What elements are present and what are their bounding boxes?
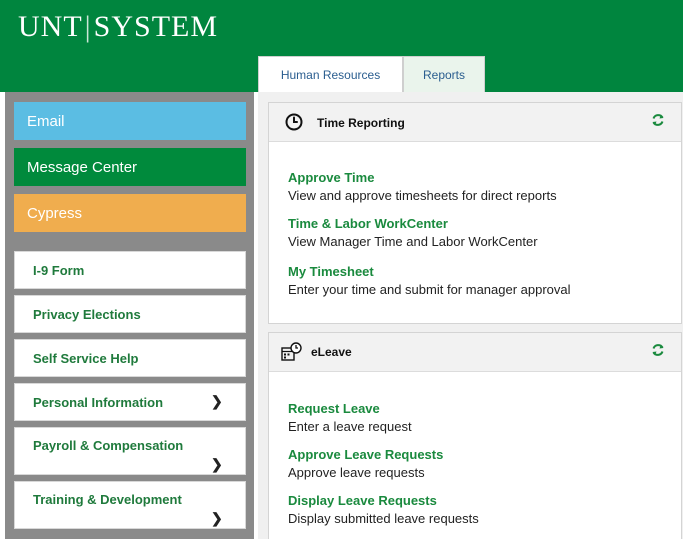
logo-system: SYSTEM bbox=[93, 10, 219, 43]
sidebar-item-label: Personal Information bbox=[33, 395, 164, 410]
sidebar-item-personal-information[interactable]: Personal Information ❯ bbox=[14, 383, 246, 421]
sidebar-item-label: Training & Development bbox=[33, 492, 182, 507]
time-reporting-card: Time Reporting Approve Time View and app… bbox=[268, 102, 682, 324]
time-labor-workcenter-link[interactable]: Time & Labor WorkCenter bbox=[288, 216, 448, 231]
chevron-right-icon: ❯ bbox=[211, 456, 223, 472]
card-title: eLeave bbox=[311, 345, 352, 359]
display-leave-requests-description: Display submitted leave requests bbox=[288, 511, 479, 526]
logo-unt: UNT bbox=[18, 10, 83, 43]
logo-separator: | bbox=[84, 10, 92, 43]
approve-time-link[interactable]: Approve Time bbox=[288, 170, 374, 185]
request-leave-link[interactable]: Request Leave bbox=[288, 401, 380, 416]
sidebar-item-email[interactable]: Email bbox=[14, 102, 246, 140]
sidebar-item-privacy-elections[interactable]: Privacy Elections bbox=[14, 295, 246, 333]
sidebar-item-label: Payroll & Compensation bbox=[33, 438, 184, 453]
card-header: eLeave bbox=[269, 333, 681, 372]
card-title: Time Reporting bbox=[317, 116, 405, 130]
chevron-right-icon: ❯ bbox=[211, 393, 223, 409]
sidebar-item-label: Self Service Help bbox=[33, 351, 139, 366]
sidebar-item-self-service-help[interactable]: Self Service Help bbox=[14, 339, 246, 377]
my-timesheet-description: Enter your time and submit for manager a… bbox=[288, 282, 571, 297]
tab-reports[interactable]: Reports bbox=[403, 56, 485, 93]
calendar-clock-icon bbox=[281, 342, 302, 361]
sidebar-item-label: Privacy Elections bbox=[33, 307, 141, 322]
card-header: Time Reporting bbox=[269, 103, 681, 142]
approve-time-description: View and approve timesheets for direct r… bbox=[288, 188, 557, 203]
my-timesheet-link[interactable]: My Timesheet bbox=[288, 264, 374, 279]
sidebar-item-message-center[interactable]: Message Center bbox=[14, 148, 246, 186]
sidebar-item-payroll-compensation[interactable]: Payroll & Compensation ❯ bbox=[14, 427, 246, 475]
sidebar-item-i9-form[interactable]: I-9 Form bbox=[14, 251, 246, 289]
sidebar-item-training-development[interactable]: Training & Development ❯ bbox=[14, 481, 246, 529]
sidebar-item-label: I-9 Form bbox=[33, 263, 85, 278]
approve-leave-requests-description: Approve leave requests bbox=[288, 465, 425, 480]
eleave-card: eLeave Request Leave Enter a leave reque… bbox=[268, 332, 682, 539]
display-leave-requests-link[interactable]: Display Leave Requests bbox=[288, 493, 437, 508]
refresh-icon[interactable] bbox=[651, 113, 665, 127]
clock-icon bbox=[285, 113, 303, 131]
tab-human-resources[interactable]: Human Resources bbox=[258, 56, 403, 93]
chevron-right-icon: ❯ bbox=[211, 510, 223, 526]
refresh-icon[interactable] bbox=[651, 343, 665, 357]
approve-leave-requests-link[interactable]: Approve Leave Requests bbox=[288, 447, 443, 462]
request-leave-description: Enter a leave request bbox=[288, 419, 412, 434]
unt-system-logo[interactable]: UNT|SYSTEM bbox=[18, 10, 218, 44]
sidebar-item-cypress[interactable]: Cypress bbox=[14, 194, 246, 232]
time-labor-workcenter-description: View Manager Time and Labor WorkCenter bbox=[288, 234, 538, 249]
